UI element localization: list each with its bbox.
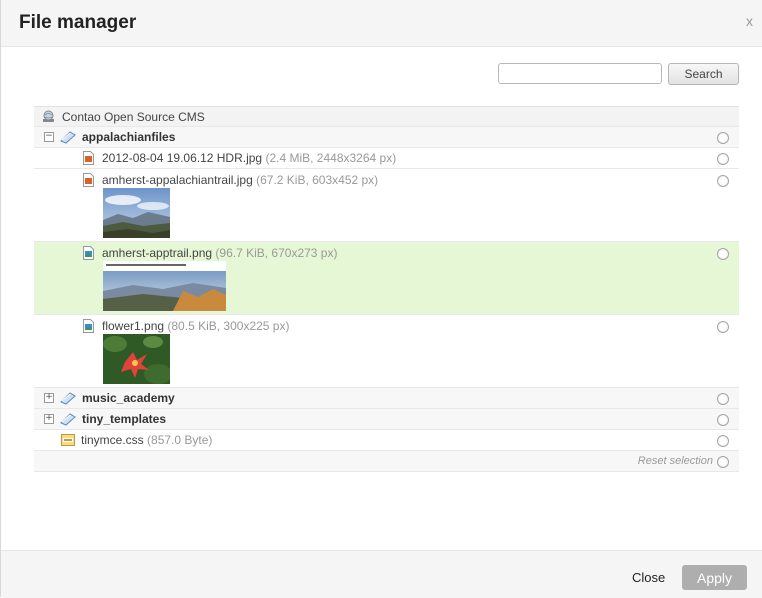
png-file-icon — [83, 246, 94, 260]
file-label: amherst-apptrail.png (96.7 KiB, 670x273 … — [102, 246, 337, 260]
image-file-icon — [83, 173, 94, 187]
select-radio[interactable] — [717, 321, 729, 333]
image-thumbnail — [103, 334, 170, 384]
dialog-footer: Close Apply — [1, 550, 762, 598]
apply-button[interactable]: Apply — [682, 565, 747, 590]
search-button[interactable]: Search — [668, 63, 739, 85]
file-row[interactable]: tinymce.css (857.0 Byte) — [34, 430, 739, 451]
file-label: amherst-appalachiantrail.jpg (67.2 KiB, … — [102, 173, 378, 187]
expand-toggle-icon[interactable]: + — [44, 414, 54, 424]
file-meta: (96.7 KiB, 670x273 px) — [215, 246, 338, 260]
folder-name: tiny_templates — [82, 412, 167, 426]
file-row-selected[interactable]: amherst-apptrail.png (96.7 KiB, 670x273 … — [34, 242, 739, 315]
file-name: amherst-apptrail.png — [102, 246, 213, 260]
globe-icon — [43, 110, 54, 122]
folder-row-music-academy[interactable]: + music_academy — [34, 388, 739, 409]
expand-toggle-icon[interactable]: + — [44, 393, 54, 403]
file-label: flower1.png (80.5 KiB, 300x225 px) — [102, 319, 289, 333]
dialog-header: File manager x — [1, 0, 762, 47]
select-radio[interactable] — [717, 414, 729, 426]
folder-name: music_academy — [82, 391, 175, 405]
image-file-icon — [83, 151, 94, 165]
select-radio[interactable] — [717, 435, 729, 447]
file-name: amherst-appalachiantrail.jpg — [102, 173, 253, 187]
folder-icon — [60, 131, 76, 144]
png-file-icon — [83, 319, 94, 333]
file-manager-dialog: File manager x Search Contao Open Source… — [0, 0, 762, 598]
select-radio[interactable] — [717, 132, 729, 144]
reset-selection-label[interactable]: Reset selection — [638, 455, 713, 467]
file-name: 2012-08-04 19.06.12 HDR.jpg — [102, 151, 263, 165]
image-thumbnail — [103, 261, 226, 311]
file-row[interactable]: flower1.png (80.5 KiB, 300x225 px) — [34, 315, 739, 388]
folder-icon — [60, 413, 76, 426]
folder-row-tiny-templates[interactable]: + tiny_templates — [34, 409, 739, 430]
reset-selection-radio[interactable] — [717, 456, 729, 468]
file-row[interactable]: 2012-08-04 19.06.12 HDR.jpg (2.4 MiB, 24… — [34, 148, 739, 169]
select-radio[interactable] — [717, 153, 729, 165]
file-label: 2012-08-04 19.06.12 HDR.jpg (2.4 MiB, 24… — [102, 151, 396, 165]
select-radio[interactable] — [717, 248, 729, 260]
root-label: Contao Open Source CMS — [62, 110, 205, 124]
file-label: tinymce.css (857.0 Byte) — [81, 433, 212, 447]
select-radio[interactable] — [717, 393, 729, 405]
folder-row-appalachianfiles[interactable]: − appalachianfiles — [34, 127, 739, 148]
file-meta: (80.5 KiB, 300x225 px) — [167, 319, 290, 333]
dialog-title: File manager — [19, 12, 137, 33]
reset-selection-row[interactable]: Reset selection — [34, 451, 739, 472]
file-meta: (67.2 KiB, 603x452 px) — [256, 173, 379, 187]
close-dialog-icon[interactable]: x — [746, 13, 753, 29]
file-row[interactable]: amherst-appalachiantrail.jpg (67.2 KiB, … — [34, 169, 739, 242]
file-tree: Contao Open Source CMS − appalachianfile… — [34, 106, 739, 472]
image-thumbnail — [103, 188, 170, 238]
file-meta: (857.0 Byte) — [147, 433, 213, 447]
file-meta: (2.4 MiB, 2448x3264 px) — [265, 151, 397, 165]
file-name: flower1.png — [102, 319, 165, 333]
file-name: tinymce.css — [81, 433, 144, 447]
tree-root: Contao Open Source CMS — [34, 106, 739, 127]
folder-icon — [60, 392, 76, 405]
select-radio[interactable] — [717, 175, 729, 187]
collapse-toggle-icon[interactable]: − — [44, 132, 54, 142]
search-input[interactable] — [498, 63, 662, 84]
close-button[interactable]: Close — [632, 570, 665, 585]
folder-name: appalachianfiles — [82, 130, 176, 144]
css-file-icon — [61, 434, 75, 446]
